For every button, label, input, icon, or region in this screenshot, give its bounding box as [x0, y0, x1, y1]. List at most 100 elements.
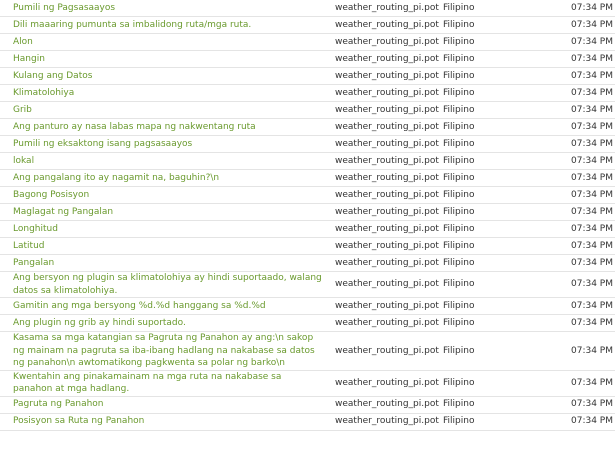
table-row[interactable]: Kulang ang Datos weather_routing_pi.pot Fi… — [0, 67, 615, 85]
language: Filipino — [434, 16, 535, 34]
source-string-link[interactable]: Hangin — [13, 54, 45, 64]
string-cell: Pumili ng eksaktong isang pagsasaayos — [0, 135, 326, 153]
resource-file: weather_routing_pi.pot — [326, 297, 439, 315]
string-cell: Klimatolohiya — [0, 84, 326, 102]
table-row[interactable]: Maglagat ng Pangalan weather_routing_pi.p… — [0, 203, 615, 221]
table-row[interactable]: lokal weather_routing_pi.pot Filipino 07:34… — [0, 152, 615, 170]
table-row[interactable]: Posisyon sa Ruta ng Panahon weather_routi… — [0, 413, 615, 431]
source-string-link[interactable]: Latitud — [13, 241, 45, 251]
language: Filipino — [434, 220, 535, 238]
table-row[interactable]: Bagong Posisyon weather_routing_pi.pot Fil… — [0, 186, 615, 204]
timestamp: 07:34 PM — [535, 254, 615, 272]
string-cell: Kasama sa mga katangian sa Pagruta ng Pa… — [0, 331, 326, 371]
source-string-link[interactable]: Gamitin ang mga bersyong %d.%d hanggang … — [13, 301, 266, 311]
table-row[interactable]: Ang pangalang ito ay nagamit na, baguhin… — [0, 169, 615, 187]
language: Filipino — [434, 33, 535, 51]
table-row[interactable]: Pumili ng Pagsasaayos weather_routing_pi.… — [0, 0, 615, 17]
language: Filipino — [434, 0, 535, 17]
language: Filipino — [434, 331, 535, 371]
source-string-link[interactable]: Dili maaaring pumunta sa imbalidong ruta… — [13, 20, 251, 30]
source-string-link[interactable]: Kulang ang Datos — [13, 71, 92, 81]
source-string-link[interactable]: Ang plugin ng grib ay hindi suportado. — [13, 318, 186, 328]
table-row[interactable]: Ang bersyon ng plugin sa klimatolohiya a… — [0, 271, 615, 298]
resource-file: weather_routing_pi.pot — [326, 152, 439, 170]
timestamp: 07:34 PM — [535, 237, 615, 255]
timestamp: 07:34 PM — [535, 331, 615, 371]
strings-table: Pumili ng Pagsasaayos weather_routing_pi.… — [0, 0, 615, 431]
resource-file: weather_routing_pi.pot — [326, 135, 439, 153]
string-cell: Latitud — [0, 237, 326, 255]
table-row[interactable]: Pangalan weather_routing_pi.pot Filipino 07… — [0, 254, 615, 272]
table-row[interactable]: Klimatolohiya weather_routing_pi.pot Filip… — [0, 84, 615, 102]
resource-file: weather_routing_pi.pot — [326, 118, 439, 136]
language: Filipino — [434, 50, 535, 68]
source-string-link[interactable]: Ang bersyon ng plugin sa klimatolohiya a… — [13, 273, 322, 296]
table-row[interactable]: Grib weather_routing_pi.pot Filipino 07:34 … — [0, 101, 615, 119]
strings-table-body: Pumili ng Pagsasaayos weather_routing_pi.… — [0, 0, 615, 431]
resource-file: weather_routing_pi.pot — [326, 101, 439, 119]
timestamp: 07:34 PM — [535, 271, 615, 298]
string-cell: Ang panturo ay nasa labas mapa ng nakwen… — [0, 118, 326, 136]
language: Filipino — [434, 152, 535, 170]
source-string-link[interactable]: Posisyon sa Ruta ng Panahon — [13, 416, 144, 426]
source-string-link[interactable]: Pagruta ng Panahon — [13, 399, 104, 409]
source-string-link[interactable]: Maglagat ng Pangalan — [13, 207, 113, 217]
language: Filipino — [434, 237, 535, 255]
source-string-link[interactable]: Ang panturo ay nasa labas mapa ng nakwen… — [13, 122, 256, 132]
timestamp: 07:34 PM — [535, 396, 615, 414]
language: Filipino — [434, 84, 535, 102]
source-string-link[interactable]: Bagong Posisyon — [13, 190, 89, 200]
resource-file: weather_routing_pi.pot — [326, 67, 439, 85]
resource-file: weather_routing_pi.pot — [326, 169, 439, 187]
string-cell: lokal — [0, 152, 326, 170]
table-row[interactable]: Longhitud weather_routing_pi.pot Filipino 0… — [0, 220, 615, 238]
source-string-link[interactable]: Alon — [13, 37, 33, 47]
table-row[interactable]: Ang plugin ng grib ay hindi suportado. we… — [0, 314, 615, 332]
timestamp: 07:34 PM — [535, 0, 615, 17]
source-string-link[interactable]: Kasama sa mga katangian sa Pagruta ng Pa… — [13, 333, 315, 368]
string-cell: Maglagat ng Pangalan — [0, 203, 326, 221]
string-cell: Gamitin ang mga bersyong %d.%d hanggang … — [0, 297, 326, 315]
string-cell: Hangin — [0, 50, 326, 68]
table-row[interactable]: Pumili ng eksaktong isang pagsasaayos wea… — [0, 135, 615, 153]
table-row[interactable]: Pagruta ng Panahon weather_routing_pi.pot… — [0, 396, 615, 414]
source-string-link[interactable]: Ang pangalang ito ay nagamit na, baguhin… — [13, 173, 219, 183]
string-cell: Bagong Posisyon — [0, 186, 326, 204]
timestamp: 07:34 PM — [535, 50, 615, 68]
resource-file: weather_routing_pi.pot — [326, 203, 439, 221]
source-string-link[interactable]: Longhitud — [13, 224, 58, 234]
language: Filipino — [434, 370, 535, 397]
source-string-link[interactable]: Pumili ng eksaktong isang pagsasaayos — [13, 139, 192, 149]
source-string-link[interactable]: Grib — [13, 105, 32, 115]
language: Filipino — [434, 67, 535, 85]
timestamp: 07:34 PM — [535, 135, 615, 153]
source-string-link[interactable]: lokal — [13, 156, 34, 166]
language: Filipino — [434, 135, 535, 153]
resource-file: weather_routing_pi.pot — [326, 220, 439, 238]
source-string-link[interactable]: Kwentahin ang pinakamainam na mga ruta n… — [13, 372, 281, 395]
resource-file: weather_routing_pi.pot — [326, 254, 439, 272]
string-cell: Longhitud — [0, 220, 326, 238]
timestamp: 07:34 PM — [535, 297, 615, 315]
language: Filipino — [434, 413, 535, 431]
resource-file: weather_routing_pi.pot — [326, 314, 439, 332]
language: Filipino — [434, 314, 535, 332]
table-row[interactable]: Kwentahin ang pinakamainam na mga ruta n… — [0, 370, 615, 397]
resource-file: weather_routing_pi.pot — [326, 271, 439, 298]
source-string-link[interactable]: Pangalan — [13, 258, 54, 268]
timestamp: 07:34 PM — [535, 152, 615, 170]
table-row[interactable]: Kasama sa mga katangian sa Pagruta ng Pa… — [0, 331, 615, 371]
table-row[interactable]: Dili maaaring pumunta sa imbalidong ruta… — [0, 16, 615, 34]
timestamp: 07:34 PM — [535, 203, 615, 221]
string-cell: Kulang ang Datos — [0, 67, 326, 85]
source-string-link[interactable]: Pumili ng Pagsasaayos — [13, 3, 115, 13]
table-row[interactable]: Ang panturo ay nasa labas mapa ng nakwen… — [0, 118, 615, 136]
timestamp: 07:34 PM — [535, 16, 615, 34]
language: Filipino — [434, 271, 535, 298]
table-row[interactable]: Alon weather_routing_pi.pot Filipino 07:34 … — [0, 33, 615, 51]
table-row[interactable]: Latitud weather_routing_pi.pot Filipino 07:… — [0, 237, 615, 255]
table-row[interactable]: Gamitin ang mga bersyong %d.%d hanggang … — [0, 297, 615, 315]
source-string-link[interactable]: Klimatolohiya — [13, 88, 74, 98]
table-row[interactable]: Hangin weather_routing_pi.pot Filipino 07:3… — [0, 50, 615, 68]
timestamp: 07:34 PM — [535, 220, 615, 238]
